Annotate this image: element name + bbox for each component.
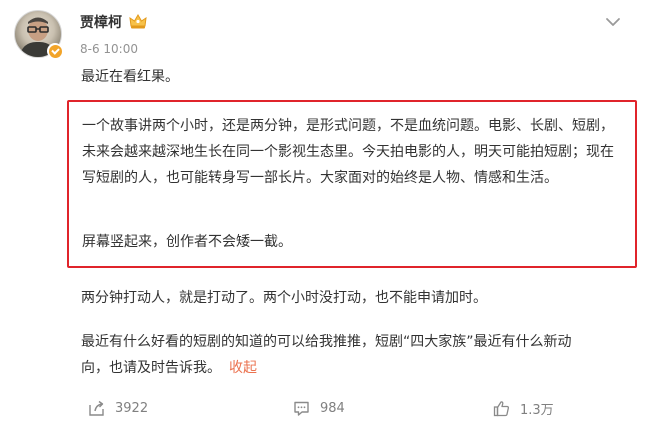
comment-icon xyxy=(294,401,309,416)
post-closing-line-2-wrap: 向，也请及时告诉我。 收起 xyxy=(81,355,257,381)
weibo-post: 贾樟柯 8-6 10:00 最近在看红果。 一个故事讲两个小时，还是两分钟，是形… xyxy=(0,0,645,427)
quote-paragraph-1: 一个故事讲两个小时，还是两分钟，是形式问题，不是血统问题。电影、长剧、短剧，未来… xyxy=(82,118,614,186)
post-closing-line-1: 最近有什么好看的短剧的知道的可以给我推推，短剧“四大家族”最近有什么新动 xyxy=(81,334,572,350)
post-closing-line-2: 向，也请及时告诉我。 xyxy=(81,360,221,376)
chevron-down-icon[interactable] xyxy=(603,14,623,30)
crown-icon xyxy=(129,14,147,29)
comment-button[interactable]: 984 xyxy=(293,397,345,419)
avatar[interactable] xyxy=(14,10,63,59)
repost-button[interactable]: 3922 xyxy=(88,397,148,419)
username[interactable]: 贾樟柯 xyxy=(80,12,122,32)
quote-paragraph-2: 屏幕竖起来，创作者不会矮一截。 xyxy=(82,234,292,250)
post-intro: 最近在看红果。 xyxy=(81,69,179,85)
highlighted-quote-box: 一个故事讲两个小时，还是两分钟，是形式问题，不是血统问题。电影、长剧、短剧，未来… xyxy=(67,100,637,268)
thumbs-up-icon xyxy=(493,400,509,416)
collapse-link[interactable]: 收起 xyxy=(229,360,257,376)
like-count: 1.3万 xyxy=(520,402,554,418)
repost-icon xyxy=(89,400,104,416)
verified-badge-icon xyxy=(47,43,63,59)
repost-count: 3922 xyxy=(115,400,149,416)
comment-count: 984 xyxy=(320,400,345,416)
post-line-after-quote: 两分钟打动人，就是打动了。两个小时没打动，也不能申请加时。 xyxy=(81,290,487,306)
like-button[interactable]: 1.3万 xyxy=(493,397,554,419)
post-timestamp[interactable]: 8-6 10:00 xyxy=(80,42,138,56)
